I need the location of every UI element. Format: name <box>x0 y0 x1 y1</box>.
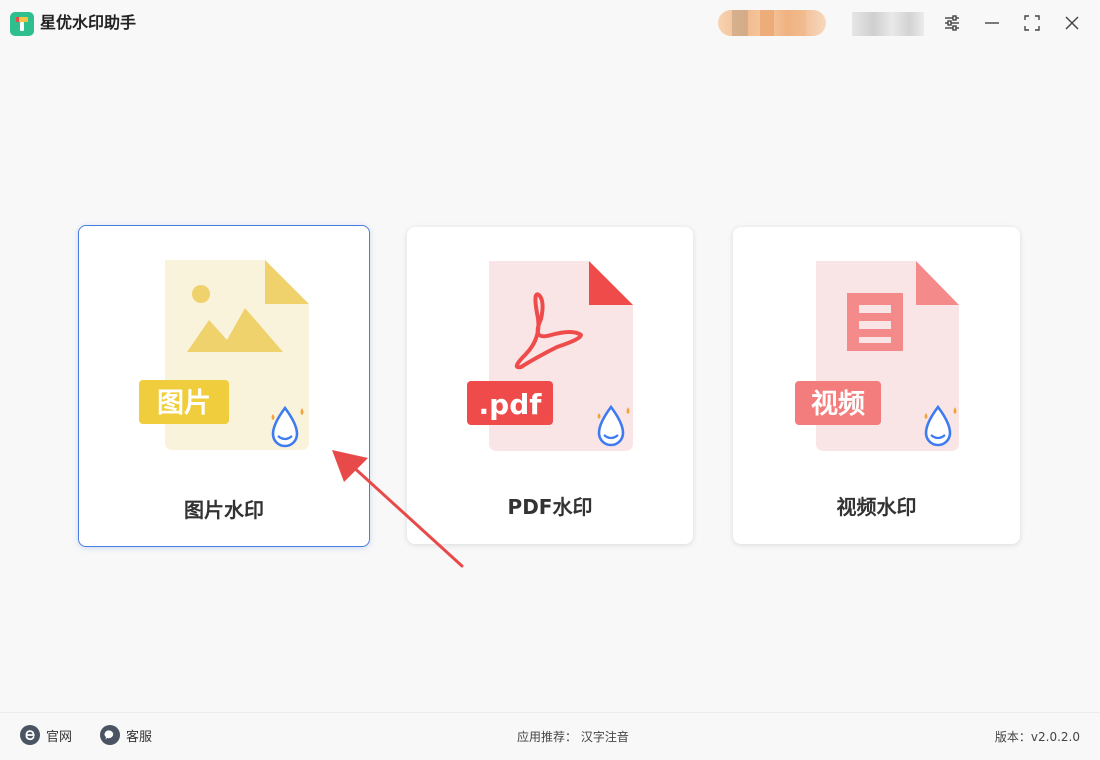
maximize-button[interactable] <box>1020 11 1044 35</box>
annotation-arrow-icon <box>332 450 464 568</box>
chat-bubble-icon <box>100 725 120 745</box>
version-info: 版本：v2.0.2.0 <box>995 728 1080 745</box>
video-watermark-card[interactable]: 视频 视频水印 <box>733 227 1020 544</box>
minimize-button[interactable] <box>980 11 1004 35</box>
pdf-file-icon: .pdf <box>467 261 633 451</box>
app-recommendation: 应用推荐： 汉字注音 <box>517 728 629 745</box>
app-title: 星优水印助手 <box>40 13 137 32</box>
app-window: 星优水印助手 图片 图片水印 .pdf PDF水印 视频 视频水印 官网 客服 … <box>0 0 1100 760</box>
video-badge-text: 视频 <box>811 389 865 420</box>
app-logo-icon <box>10 12 34 36</box>
close-icon <box>1065 16 1079 30</box>
version-number: v2.0.2.0 <box>1030 730 1080 744</box>
video-file-icon: 视频 <box>795 261 959 451</box>
recommend-prefix: 应用推荐： <box>517 730 578 744</box>
user-avatar-blurred[interactable] <box>718 10 826 36</box>
recommend-app-link[interactable]: 汉字注音 <box>581 730 629 744</box>
settings-sliders-icon <box>945 15 959 31</box>
maximize-icon <box>1024 15 1040 31</box>
minimize-icon <box>985 22 999 24</box>
official-site-label: 官网 <box>46 729 73 745</box>
video-watermark-label: 视频水印 <box>836 495 917 519</box>
close-button[interactable] <box>1060 11 1084 35</box>
customer-service-link[interactable]: 客服 <box>100 725 152 745</box>
footer-bar: 官网 客服 应用推荐： 汉字注音 版本：v2.0.2.0 <box>0 712 1100 760</box>
image-badge-text: 图片 <box>157 388 211 419</box>
image-file-icon: 图片 <box>139 260 309 450</box>
version-label: 版本： <box>994 730 1031 744</box>
customer-service-label: 客服 <box>126 729 153 745</box>
title-bar: 星优水印助手 <box>0 0 1100 46</box>
official-site-link[interactable]: 官网 <box>20 725 72 745</box>
browser-e-icon <box>20 725 40 745</box>
user-name-blurred[interactable] <box>852 12 924 36</box>
settings-button[interactable] <box>940 11 964 35</box>
pdf-badge-text: .pdf <box>479 388 543 421</box>
